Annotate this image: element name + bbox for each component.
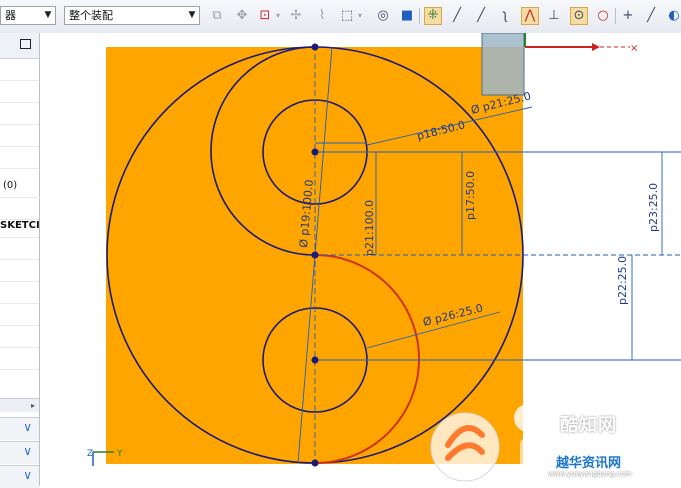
chevron-down-icon[interactable]: ▾ (356, 7, 364, 25)
chevron-down-icon: ▼ (44, 10, 52, 20)
plus-icon[interactable]: + (619, 7, 637, 25)
dim-p22[interactable]: p22:25.0 (616, 256, 629, 305)
center-point[interactable] (311, 459, 319, 467)
cube-icon[interactable]: ■ (398, 7, 416, 25)
toolbar: 器 ▼ 整个装配 ▼ ⧉ ✥ ⊡ ▾ ✢ ⌇ ⬚ ▾ ◎ ■ ⁜ ╱ ╱ ʅ ⋀… (0, 0, 681, 34)
graphics-window[interactable]: Ø p21:25.0 p18:50.0 p17:50.0 p23:25.0 Ø … (40, 33, 681, 486)
navigator-header (0, 33, 39, 59)
dock-panel-1[interactable]: ∨ (0, 417, 39, 440)
intersect-icon[interactable]: ⋀ (521, 7, 539, 25)
box-select-icon[interactable]: ⬚ (338, 7, 356, 25)
selection-filter-dropdown[interactable]: 器 ▼ (0, 6, 56, 25)
watermark-sub: 越华资讯网 (556, 456, 622, 471)
circle-icon[interactable]: ○ (594, 7, 612, 25)
navigator-row[interactable] (0, 146, 39, 169)
navigator-row[interactable] (0, 80, 39, 103)
chevron-down-icon[interactable]: ▾ (274, 7, 282, 25)
curve-icon[interactable]: ʅ (496, 7, 514, 25)
center-point[interactable] (311, 148, 319, 156)
dock-panel-3[interactable]: ∨ (0, 465, 39, 488)
view-icon[interactable]: ◐ (665, 7, 681, 25)
navigator-row[interactable] (0, 259, 39, 282)
navigator-row[interactable] (0, 347, 39, 370)
navigator-row[interactable] (0, 102, 39, 125)
navigator-row[interactable] (0, 124, 39, 147)
center-point[interactable] (311, 43, 319, 51)
navigator-row[interactable] (0, 303, 39, 326)
toolbar-separator (615, 8, 616, 24)
chevron-down-icon[interactable]: ∨ (23, 444, 32, 458)
axis-label-z: Z (87, 449, 93, 459)
move-icon[interactable]: ✥ (233, 7, 251, 25)
line-icon[interactable]: ╱ (448, 7, 466, 25)
magnet-icon[interactable]: ⌇ (313, 7, 331, 25)
slash-icon[interactable]: ╱ (642, 7, 660, 25)
line-alt-icon[interactable]: ╱ (472, 7, 490, 25)
center-point[interactable] (311, 251, 319, 259)
watermark-url: www.yueyangbang.com (548, 470, 632, 478)
navigator-row[interactable] (0, 325, 39, 348)
scope-dropdown[interactable]: 整个装配 ▼ (64, 6, 200, 25)
dim-p21-distance[interactable]: p21:100.0 (363, 200, 376, 256)
selection-filter-value: 器 (5, 9, 16, 22)
wcs-triad: × (524, 33, 638, 54)
svg-text:×: × (630, 43, 638, 54)
navigator-row[interactable] (0, 58, 39, 81)
part-navigator: (0) SKETCI ▸ ∨ ∨ ∨ (0, 33, 42, 488)
dim-p17[interactable]: p17:50.0 (464, 171, 477, 220)
navigator-row[interactable] (0, 281, 39, 304)
navigator-row[interactable]: SKETCI (0, 215, 39, 238)
shaded-view-icon[interactable]: ◎ (374, 7, 392, 25)
horizontal-scrollbar[interactable]: ▸ (0, 398, 39, 412)
snap-icon[interactable]: ⊡ (256, 7, 274, 25)
scope-value: 整个装配 (69, 9, 113, 22)
center-point[interactable] (311, 356, 319, 364)
body-icon[interactable]: ⧉ (208, 7, 226, 25)
pin-icon[interactable]: ✢ (287, 7, 305, 25)
navigator-row[interactable]: (0) (0, 175, 42, 198)
chevron-down-icon[interactable]: ∨ (23, 468, 32, 482)
datum-plane-preview (481, 33, 525, 96)
chevron-down-icon[interactable]: ∨ (23, 420, 32, 434)
dock-panel-2[interactable]: ∨ (0, 441, 39, 464)
maximize-icon[interactable] (20, 39, 31, 49)
snap-points-icon[interactable]: ⁜ (424, 7, 442, 25)
perpendicular-icon[interactable]: ⊥ (545, 7, 563, 25)
chevron-right-icon[interactable]: ▸ (31, 399, 35, 412)
toolbar-separator (419, 8, 420, 24)
watermark-brand: 酷知网 (560, 415, 617, 436)
circle-center-icon[interactable]: ⊙ (570, 7, 588, 25)
navigator-row[interactable] (0, 237, 39, 260)
dim-p23[interactable]: p23:25.0 (647, 183, 660, 232)
axis-label-y: Y (116, 449, 123, 459)
chevron-down-icon: ▼ (188, 10, 196, 20)
